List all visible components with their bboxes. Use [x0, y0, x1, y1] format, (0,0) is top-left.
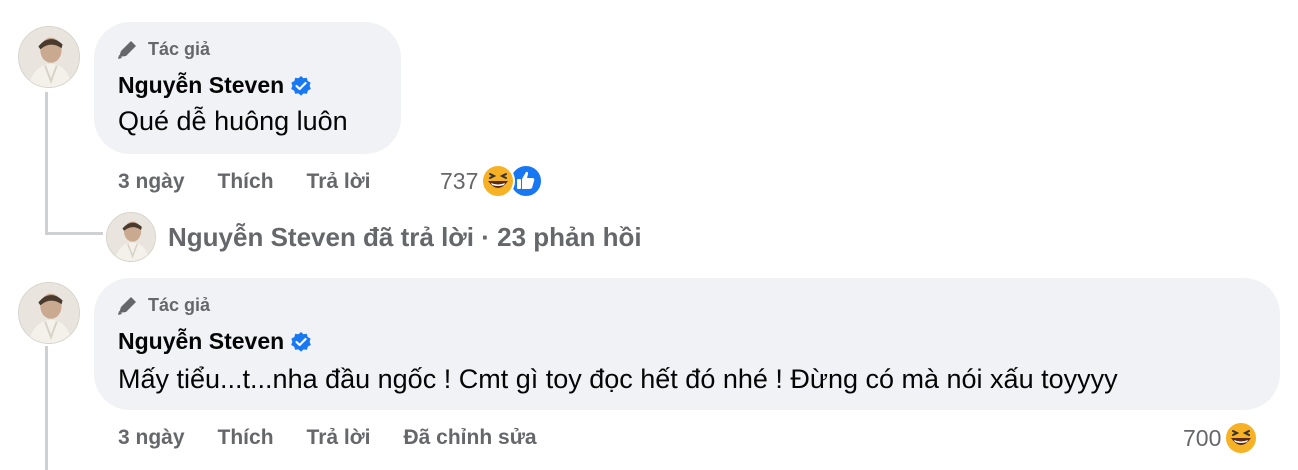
like-button[interactable]: Thích [218, 426, 274, 450]
author-badge-label: Tác giả [148, 38, 211, 59]
view-replies-link[interactable]: Nguyễn Steven đã trả lời · 23 phản hồi [106, 212, 642, 262]
thread-line [45, 92, 48, 235]
avatar[interactable] [18, 282, 80, 344]
thread-line [45, 346, 48, 470]
author-badge: Tác giả [116, 294, 210, 316]
reactions[interactable]: 737 [440, 163, 544, 199]
reaction-count: 700 [1183, 424, 1222, 451]
thread-line [45, 232, 103, 235]
author-name[interactable]: Nguyễn Steven [118, 72, 284, 99]
comment-text: Qué dễ huông luôn [118, 106, 348, 136]
comment-text: Mấy tiểu...t...nha đầu ngốc ! Cmt gì toy… [118, 364, 1118, 394]
reply-summary-text[interactable]: Nguyễn Steven đã trả lời · 23 phản hồi [168, 222, 642, 253]
verified-badge-icon [291, 75, 311, 96]
haha-icon [481, 164, 516, 198]
pen-icon [118, 297, 136, 315]
comment-time[interactable]: 3 ngày [118, 170, 185, 194]
comment-bubble: Tác giả Nguyễn Steven Mấy tiểu...t...nha… [94, 278, 1280, 410]
pen-icon [118, 41, 136, 59]
comment-time[interactable]: 3 ngày [118, 426, 185, 450]
reaction-count: 737 [440, 167, 479, 194]
comment-bubble: Tác giả Nguyễn Steven Qué dễ huông luôn [94, 22, 401, 154]
author-name[interactable]: Nguyễn Steven [118, 328, 284, 355]
author-badge-label: Tác giả [148, 294, 211, 315]
avatar[interactable] [18, 26, 80, 88]
reactions[interactable]: 700 [1183, 420, 1259, 456]
haha-icon [1224, 421, 1259, 455]
like-button[interactable]: Thích [218, 170, 274, 194]
avatar [106, 212, 156, 262]
avatar-image [19, 283, 79, 343]
author-badge: Tác giả [116, 38, 210, 60]
reply-button[interactable]: Trả lời [307, 426, 371, 450]
reply-button[interactable]: Trả lời [307, 170, 371, 194]
avatar-image [19, 27, 79, 87]
avatar-image [107, 213, 155, 261]
edited-label[interactable]: Đã chỉnh sửa [404, 426, 537, 450]
verified-badge-icon [291, 331, 311, 352]
